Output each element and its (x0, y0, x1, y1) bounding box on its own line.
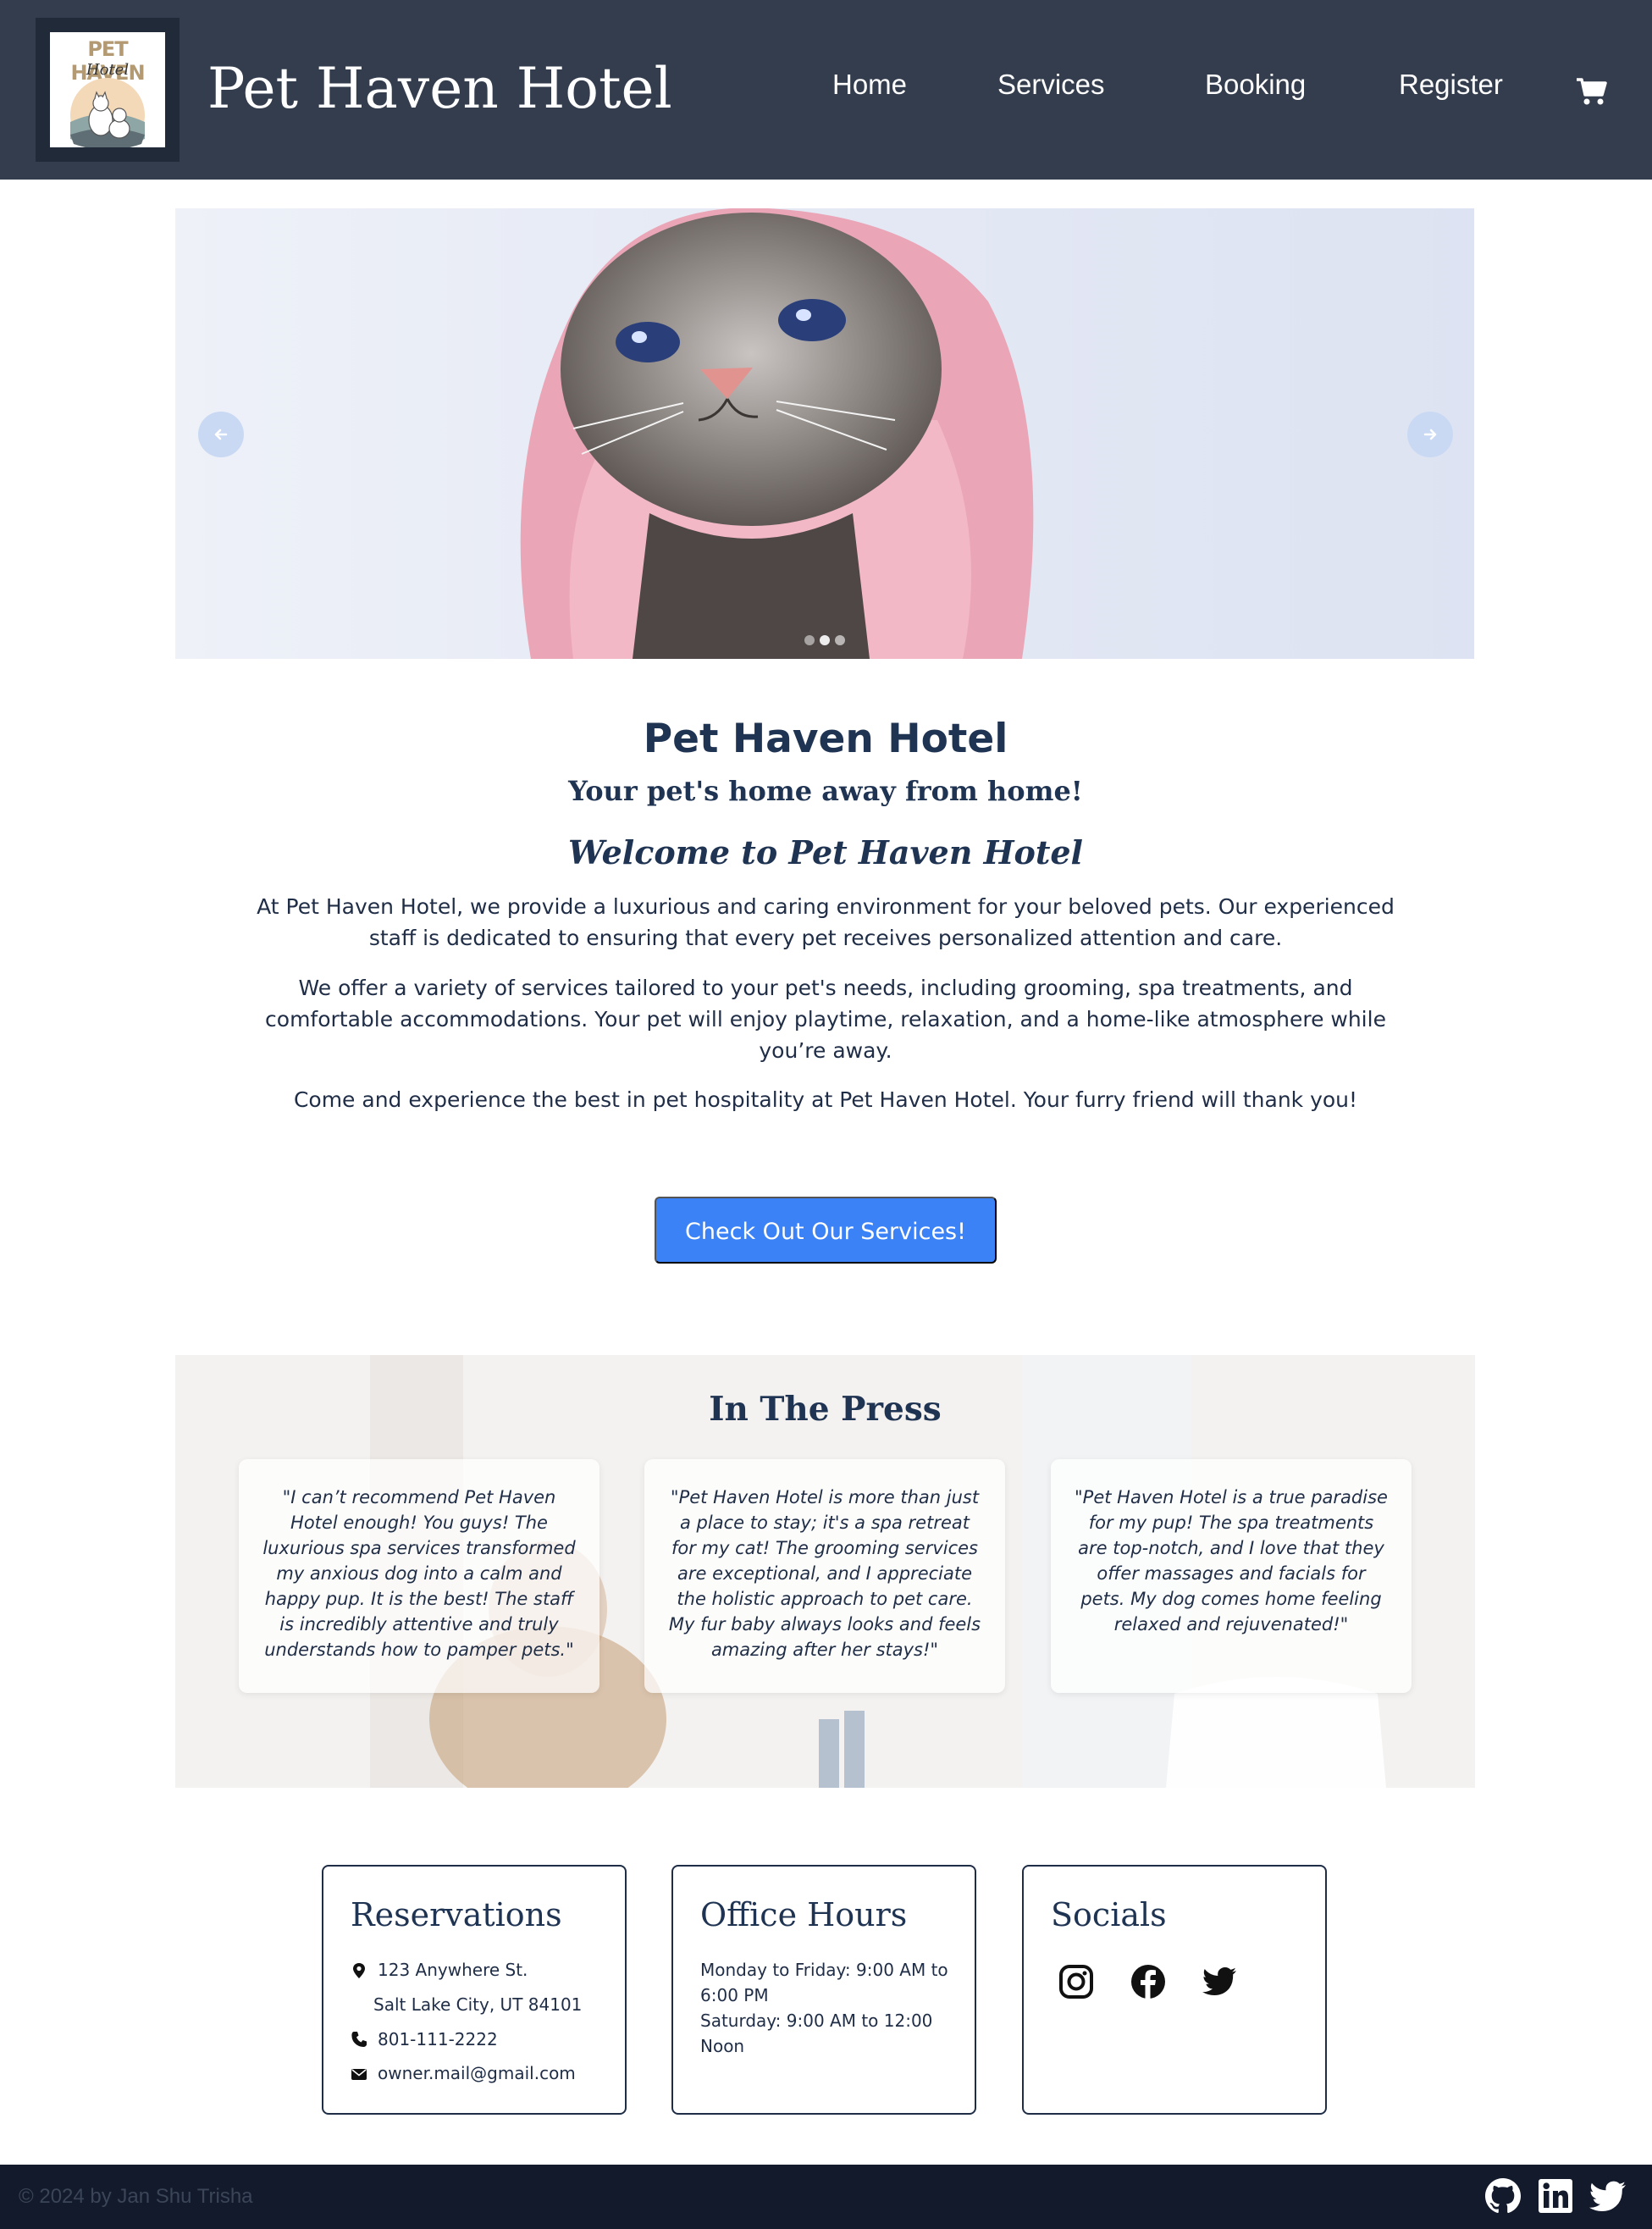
carousel-dot-3[interactable] (835, 635, 845, 645)
carousel-dot-1[interactable] (804, 635, 815, 645)
nav-booking[interactable]: Booking (1205, 66, 1306, 103)
address-line-1: 123 Anywhere St. (378, 1960, 528, 1980)
arrow-right-icon (1423, 429, 1437, 440)
phone-number[interactable]: 801-111-2222 (378, 2027, 498, 2052)
phone-icon (351, 2032, 367, 2047)
intro-paragraph-3: Come and experience the best in pet hosp… (293, 1087, 1358, 1112)
envelope-icon (351, 2069, 367, 2080)
instagram-icon[interactable] (1058, 1963, 1095, 2000)
office-hours-title: Office Hours (700, 1896, 908, 1933)
reservations-card: Reservations 123 Anywhere St. Salt Lake … (322, 1865, 627, 2115)
office-hours-line-4: Noon (700, 2036, 745, 2056)
facebook-icon[interactable] (1130, 1963, 1167, 2000)
nav-home[interactable]: Home (832, 66, 907, 103)
press-quote-2: "Pet Haven Hotel is more than just a pla… (644, 1459, 1005, 1693)
email-address[interactable]: owner.mail@gmail.com (378, 2060, 576, 2086)
shopping-cart-icon[interactable] (1575, 75, 1609, 108)
site-header: PET HAVEN Hotel Pet Haven Hotel Home Ser… (0, 0, 1652, 180)
welcome-heading: Welcome to Pet Haven Hotel (568, 833, 1083, 871)
hero-image-cat-in-towel (520, 208, 1034, 659)
copyright-text: © 2024 by Jan Shu Trisha (19, 2185, 253, 2208)
services-cta-button[interactable]: Check Out Our Services! (655, 1197, 997, 1264)
hero-carousel (175, 208, 1474, 659)
twitter-icon[interactable] (1588, 2176, 1627, 2215)
office-hours-line-1: Monday to Friday: 9:00 AM to (700, 1960, 948, 1980)
socials-title: Socials (1051, 1896, 1167, 1933)
reservations-title: Reservations (351, 1896, 562, 1933)
logo[interactable]: PET HAVEN Hotel (36, 18, 180, 162)
socials-card: Socials (1022, 1865, 1327, 2115)
office-hours-card: Office Hours Monday to Friday: 9:00 AM t… (671, 1865, 976, 2115)
intro-paragraph-2: We offer a variety of services tailored … (265, 976, 1386, 1063)
press-heading: In The Press (709, 1390, 942, 1429)
press-quote-1: "I can’t recommend Pet Haven Hotel enoug… (239, 1459, 599, 1693)
nav-register[interactable]: Register (1399, 66, 1503, 103)
office-hours-line-2: 6:00 PM (700, 1985, 769, 2005)
press-quote-3: "Pet Haven Hotel is a true paradise for … (1051, 1459, 1412, 1693)
site-title: Pet Haven Hotel (207, 56, 672, 121)
arrow-left-icon (214, 429, 228, 440)
logo-image: PET HAVEN Hotel (50, 32, 165, 147)
nav-services[interactable]: Services (997, 66, 1105, 103)
twitter-icon[interactable] (1202, 1963, 1239, 2000)
intro-paragraph-1: At Pet Haven Hotel, we provide a luxurio… (257, 894, 1395, 950)
map-pin-icon (353, 1963, 365, 1978)
carousel-prev-button[interactable] (198, 412, 244, 457)
carousel-dot-2[interactable] (820, 635, 830, 645)
press-section: In The Press "I can’t recommend Pet Have… (175, 1355, 1475, 1788)
site-footer: © 2024 by Jan Shu Trisha (0, 2165, 1652, 2229)
carousel-next-button[interactable] (1407, 412, 1453, 457)
logo-cat-dog-icon (70, 78, 145, 147)
linkedin-icon[interactable] (1536, 2176, 1575, 2215)
github-icon[interactable] (1483, 2176, 1522, 2215)
page-heading: Pet Haven Hotel (643, 716, 1008, 762)
address-line-2: Salt Lake City, UT 84101 (373, 1994, 583, 2015)
office-hours-line-3: Saturday: 9:00 AM to 12:00 (700, 2011, 933, 2031)
tagline: Your pet's home away from home! (568, 775, 1083, 807)
